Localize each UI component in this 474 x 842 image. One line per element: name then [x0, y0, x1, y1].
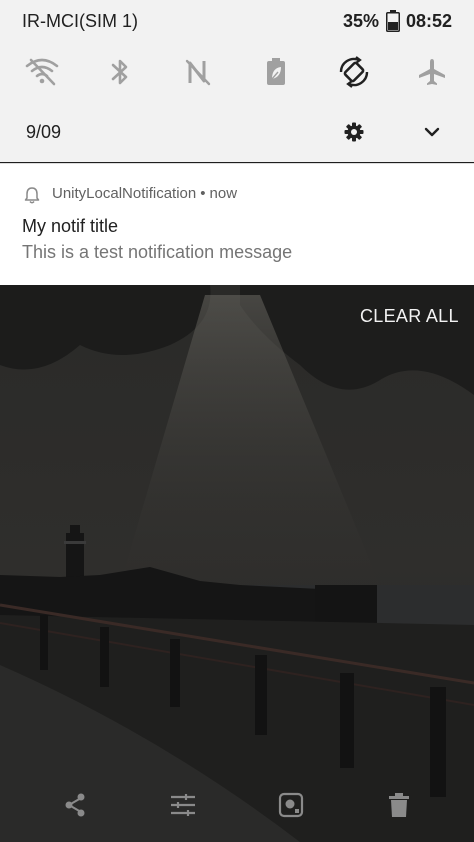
chevron-down-icon[interactable] [420, 120, 444, 144]
clear-all-button[interactable]: CLEAR ALL [360, 306, 459, 327]
notification-time: now [209, 185, 238, 202]
separator-dot: • [200, 185, 206, 202]
battery-icon [386, 10, 400, 37]
date-label: 9/09 [26, 122, 62, 142]
notification-title: My notif title [22, 216, 119, 236]
notification-app-name: UnityLocalNotification [52, 185, 197, 202]
wallpaper-image [0, 285, 474, 842]
bell-icon [24, 186, 40, 209]
settings-gear-icon[interactable] [342, 120, 366, 144]
nfc-off-icon[interactable] [180, 54, 216, 90]
battery-percent: 35% [343, 11, 380, 31]
screenshot-lens-icon[interactable] [277, 791, 305, 819]
tune-icon[interactable] [169, 791, 197, 819]
carrier-label: IR-MCI(SIM 1) [22, 11, 138, 31]
wifi-off-icon[interactable] [24, 54, 60, 90]
battery-saver-icon[interactable] [258, 54, 294, 90]
notification-header: UnityLocalNotification • now [52, 185, 237, 202]
auto-rotate-icon[interactable] [336, 54, 372, 90]
wallpaper-actions-bar [0, 778, 474, 832]
notification-message: This is a test notification message [22, 242, 293, 262]
status-bar: IR-MCI(SIM 1) 35% 08:52 [0, 0, 474, 44]
share-icon[interactable] [61, 791, 89, 819]
airplane-mode-icon[interactable] [414, 54, 450, 90]
notification-shade: IR-MCI(SIM 1) 35% 08:52 9/09 [0, 0, 474, 162]
delete-icon[interactable] [385, 791, 413, 819]
notification-card[interactable]: UnityLocalNotification • now My notif titl… [0, 163, 474, 285]
quick-settings-row [0, 54, 474, 90]
clock: 08:52 [406, 11, 453, 31]
bluetooth-icon[interactable] [102, 54, 138, 90]
